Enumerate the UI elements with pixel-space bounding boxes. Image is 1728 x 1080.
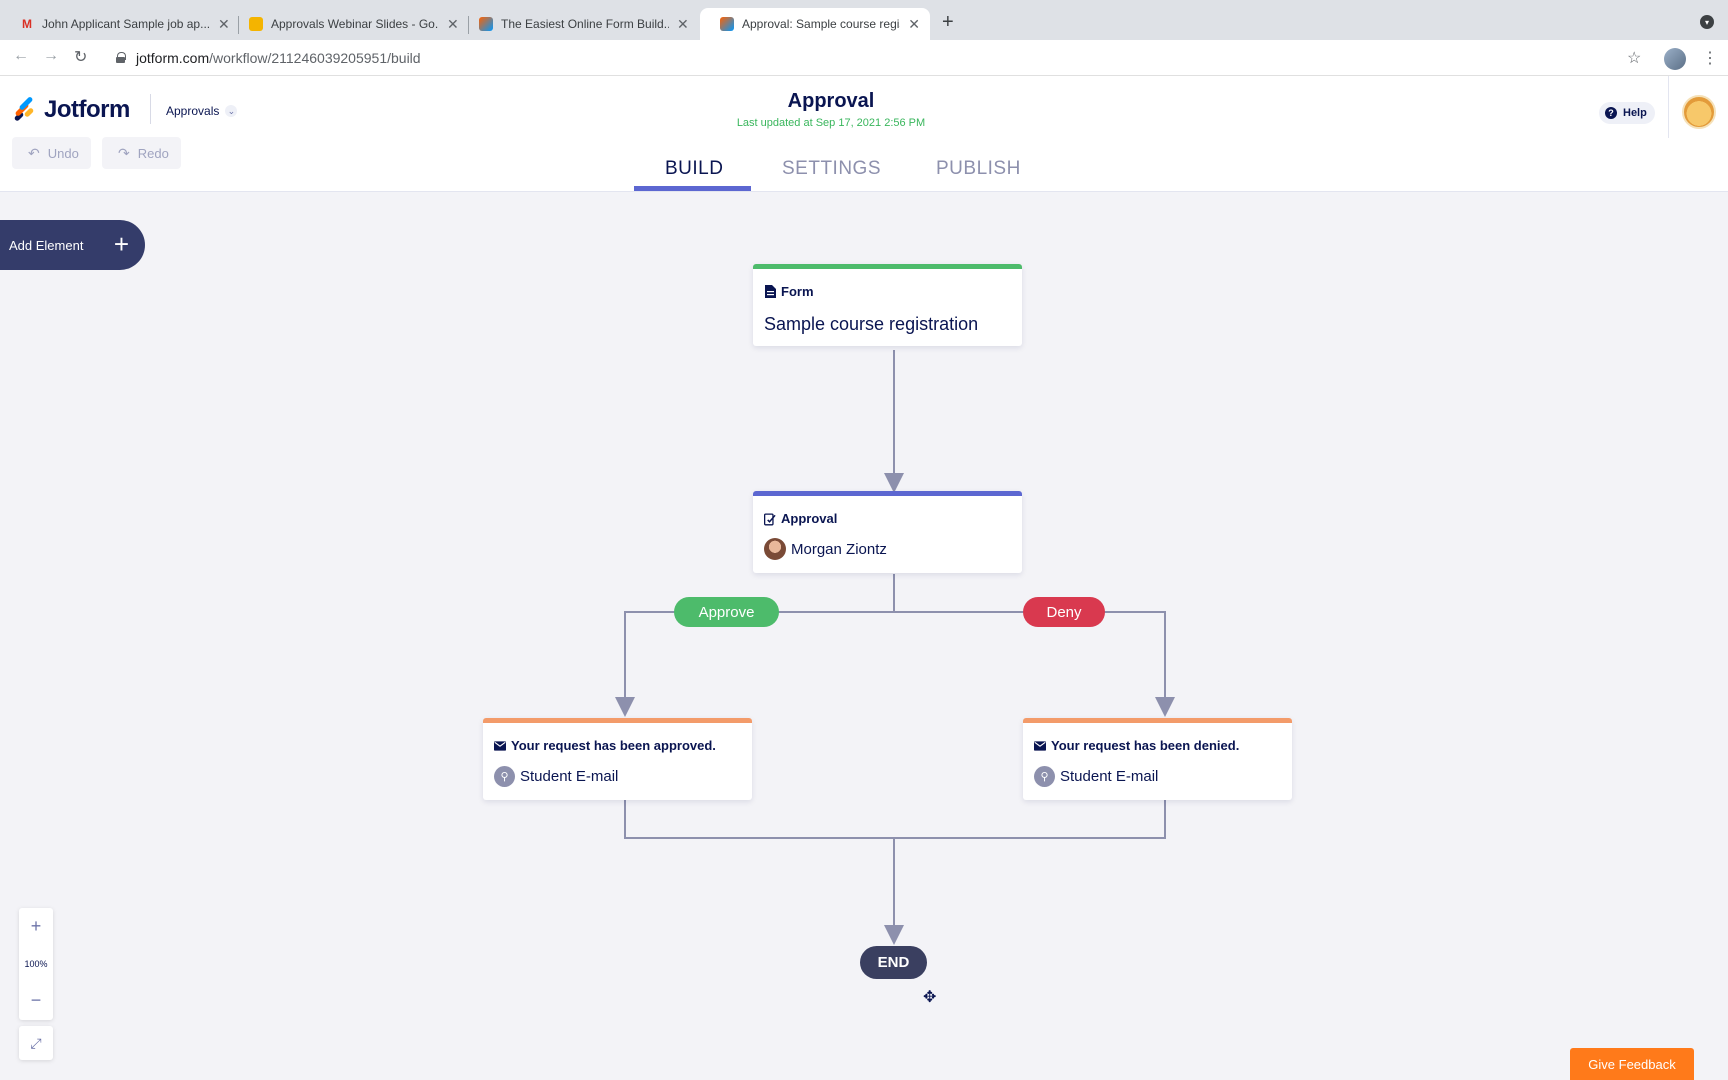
approve-branch-label[interactable]: Approve — [674, 597, 779, 627]
zoom-out-icon[interactable]: − — [19, 982, 53, 1019]
node-color-bar — [483, 718, 752, 723]
node-type: Your request has been denied. — [1034, 738, 1239, 753]
envelope-icon — [1034, 739, 1046, 752]
link-icon: ⚲ — [494, 766, 515, 787]
node-type-label: Form — [781, 284, 814, 299]
form-node[interactable]: Form Sample course registration — [753, 264, 1022, 346]
envelope-icon — [494, 739, 506, 752]
zoom-controls: + 100% − — [19, 908, 53, 1020]
approval-icon — [764, 512, 776, 525]
node-type: Your request has been approved. — [494, 738, 716, 753]
node-color-bar — [753, 264, 1022, 269]
link-icon: ⚲ — [1034, 766, 1055, 787]
node-type-label: Your request has been approved. — [511, 738, 716, 753]
node-type-label: Your request has been denied. — [1051, 738, 1240, 753]
zoom-in-icon[interactable]: + — [19, 908, 53, 945]
connector-merge — [624, 800, 1166, 839]
recipient-label: Student E-mail — [1060, 768, 1159, 785]
node-type-label: Approval — [781, 511, 838, 526]
node-type: Form — [764, 284, 814, 299]
approved-email-node[interactable]: Your request has been approved. ⚲ Studen… — [483, 718, 752, 800]
assignee-name: Morgan Ziontz — [791, 540, 887, 558]
fit-screen-icon[interactable]: ⤢ — [19, 1026, 53, 1060]
assignee: Morgan Ziontz — [764, 538, 887, 560]
connector-deny-branch — [894, 611, 1175, 717]
form-title: Sample course registration — [764, 314, 979, 334]
give-feedback-button[interactable]: Give Feedback — [1570, 1048, 1694, 1080]
document-icon — [764, 285, 776, 298]
recipient-label: Student E-mail — [520, 768, 619, 785]
node-color-bar — [753, 491, 1022, 496]
node-type: Approval — [764, 511, 837, 526]
node-color-bar — [1023, 718, 1292, 723]
move-cursor-icon: ✥ — [923, 989, 937, 1006]
recipient: ⚲ Student E-mail — [494, 766, 618, 787]
recipient: ⚲ Student E-mail — [1034, 766, 1158, 787]
assignee-avatar — [764, 538, 786, 560]
end-node[interactable]: END — [860, 946, 927, 979]
zoom-level: 100% — [24, 958, 48, 969]
approval-node[interactable]: Approval Morgan Ziontz — [753, 491, 1022, 573]
denied-email-node[interactable]: Your request has been denied. ⚲ Student … — [1023, 718, 1292, 800]
deny-branch-label[interactable]: Deny — [1023, 597, 1105, 627]
